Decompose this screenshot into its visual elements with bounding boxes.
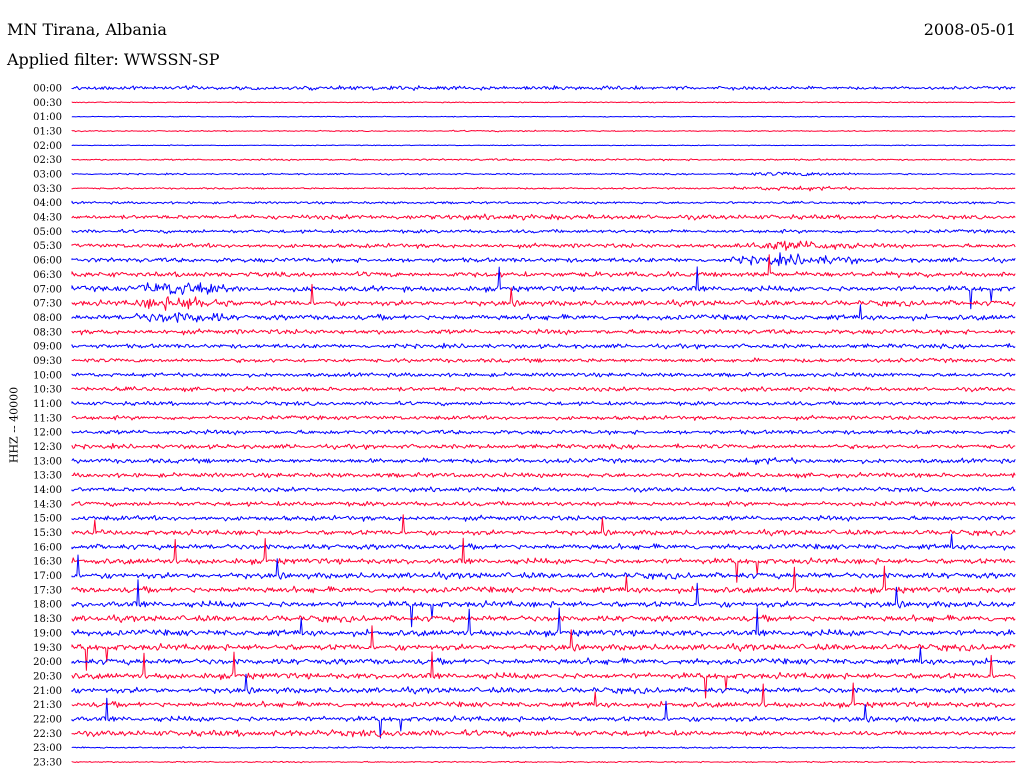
trace-line (71, 115, 1016, 118)
time-tick-label: 03:30 (33, 184, 62, 195)
time-tick-label: 07:30 (33, 299, 62, 310)
time-tick-label: 19:00 (33, 628, 62, 639)
trace-line (71, 400, 1016, 407)
trace-line (71, 200, 1016, 205)
trace-line (71, 342, 1016, 350)
trace-line (71, 101, 1016, 104)
time-tick-label: 16:00 (33, 542, 62, 553)
time-tick-label: 05:30 (33, 241, 62, 252)
time-tick-label: 06:30 (33, 270, 62, 281)
time-tick-label: 00:00 (33, 84, 62, 95)
time-tick-label: 07:00 (33, 284, 62, 295)
time-tick-label: 02:00 (33, 141, 62, 152)
trace-line (71, 533, 1016, 551)
helicorder-plot: 00:00 00:30 01:00 01:30 02:00 02:30 03:00 03:30… (33, 84, 1016, 768)
trace-line (71, 386, 1016, 393)
trace-line (71, 371, 1016, 378)
time-tick-label: 22:00 (33, 714, 62, 725)
time-tick-label: 17:30 (33, 585, 62, 596)
trace-line (71, 228, 1016, 234)
time-tick-label: 14:30 (33, 499, 62, 510)
trace-line (71, 607, 1016, 638)
time-tick-label: 20:00 (33, 657, 62, 668)
trace-line (71, 357, 1016, 364)
time-tick-label: 00:30 (33, 98, 62, 109)
time-tick-label: 10:30 (33, 385, 62, 396)
trace-line (71, 673, 1016, 695)
trace-line (71, 158, 1016, 162)
time-tick-label: 08:00 (33, 313, 62, 324)
time-tick-label: 15:00 (33, 514, 62, 525)
time-tick-label: 04:30 (33, 213, 62, 224)
time-tick-label: 13:30 (33, 471, 62, 482)
time-tick-label: 23:30 (33, 757, 62, 768)
time-tick-label: 16:30 (33, 557, 62, 568)
time-tick-label: 10:00 (33, 370, 62, 381)
time-tick-label: 20:30 (33, 671, 62, 682)
trace-line (71, 443, 1016, 450)
trace-line (71, 185, 1016, 192)
time-tick-label: 12:30 (33, 442, 62, 453)
trace-line (71, 647, 1016, 666)
trace-line (71, 614, 1016, 623)
time-tick-label: 21:00 (33, 686, 62, 697)
time-tick-label: 17:00 (33, 571, 62, 582)
time-tick-label: 09:00 (33, 342, 62, 353)
trace-line (71, 682, 1016, 709)
time-tick-label: 12:00 (33, 428, 62, 439)
time-tick-label: 05:00 (33, 227, 62, 238)
trace-line (71, 500, 1016, 507)
time-tick-label: 19:30 (33, 643, 62, 654)
trace-line (71, 171, 1016, 177)
trace-line (71, 304, 1016, 323)
time-tick-label: 02:30 (33, 155, 62, 166)
trace-line (71, 252, 1016, 267)
time-tick-label: 22:30 (33, 729, 62, 740)
trace-line (71, 565, 1016, 595)
trace-line (71, 457, 1016, 465)
time-tick-label: 23:00 (33, 743, 62, 754)
time-tick-label: 11:00 (33, 399, 62, 410)
time-tick-label: 09:30 (33, 356, 62, 367)
trace-line (71, 514, 1016, 522)
trace-line (71, 129, 1016, 133)
seismogram-page: MN Tirana, Albania 2008-05-01 Applied fi… (0, 0, 1024, 780)
trace-line (71, 213, 1016, 221)
trace-line (71, 144, 1016, 147)
time-tick-label: 15:30 (33, 528, 62, 539)
time-tick-label: 14:00 (33, 485, 62, 496)
time-tick-label: 21:30 (33, 700, 62, 711)
time-tick-label: 13:00 (33, 456, 62, 467)
time-tick-label: 03:00 (33, 170, 62, 181)
trace-line (71, 760, 1016, 764)
time-tick-label: 18:30 (33, 614, 62, 625)
trace-line (71, 240, 1016, 251)
time-tick-label: 04:00 (33, 198, 62, 209)
trace-line (71, 746, 1016, 750)
trace-line (71, 554, 1016, 580)
trace-line (71, 254, 1016, 279)
time-tick-label: 06:00 (33, 256, 62, 267)
trace-line (71, 85, 1016, 91)
time-tick-label: 18:00 (33, 600, 62, 611)
trace-line (71, 429, 1016, 436)
time-tick-label: 01:30 (33, 127, 62, 138)
time-tick-label: 01:00 (33, 112, 62, 123)
trace-line (71, 414, 1016, 421)
time-tick-label: 11:30 (33, 413, 62, 424)
trace-line (71, 729, 1016, 738)
trace-line (71, 471, 1016, 479)
trace-line (71, 328, 1016, 336)
trace-line (71, 486, 1016, 493)
time-tick-label: 08:30 (33, 327, 62, 338)
